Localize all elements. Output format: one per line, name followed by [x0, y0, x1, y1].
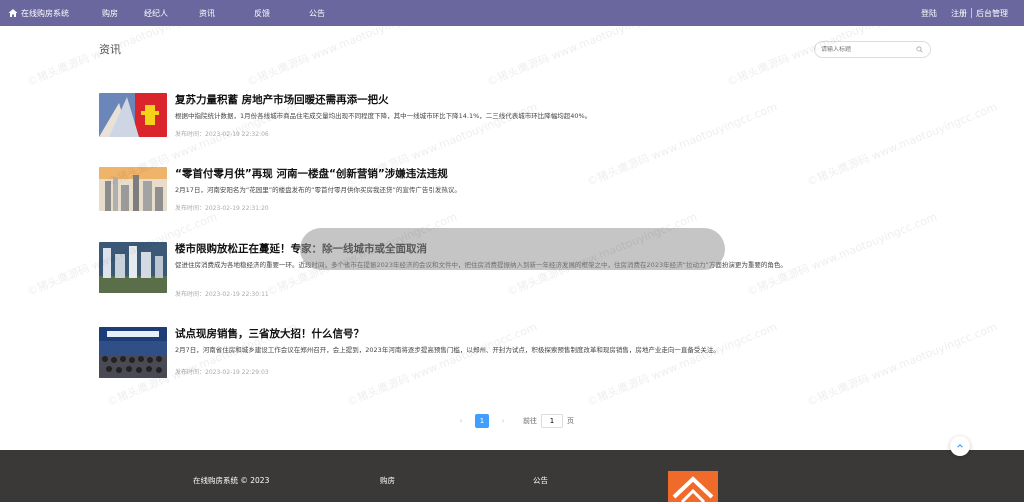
search-box [814, 41, 931, 58]
prev-page-icon[interactable]: ‹ [455, 417, 467, 425]
goto-label: 前往 [523, 417, 537, 425]
news-summary: 2月7日，河南省住房和城乡建设工作会议在郑州召开，会上提到，2023年河南将逐步… [175, 346, 720, 354]
footer-link-notice[interactable]: 公告 [533, 475, 548, 486]
news-title[interactable]: 试点现房销售，三省放大招！什么信号？ [175, 326, 364, 341]
goto-page: 前往 页 [523, 414, 574, 428]
nav-item-news[interactable]: 资讯 [199, 8, 254, 19]
news-item[interactable]: 复苏力量积蓄 房地产市场回暖还需再添一把火 根据中指院统计数据，1月份各线城市商… [99, 92, 939, 138]
next-page-icon[interactable]: › [497, 417, 509, 425]
divider [941, 8, 947, 18]
divider [971, 8, 972, 18]
news-summary: 根据中指院统计数据，1月份各线城市商品住宅成交量均出现不同程度下降，其中一线城市… [175, 112, 592, 120]
login-link[interactable]: 登陆 [921, 8, 937, 19]
news-time: 发布时间：2023-02-19 22:30:11 [175, 291, 269, 298]
nav-menu: 购房 经纪人 资讯 反馈 公告 [102, 8, 349, 19]
nav-item-feedback[interactable]: 反馈 [254, 8, 309, 19]
news-time: 发布时间：2023-02-19 22:29:03 [175, 369, 269, 376]
news-item[interactable]: 试点现房销售，三省放大招！什么信号？ 2月7日，河南省住房和城乡建设工作会议在郑… [99, 326, 939, 378]
nav-item-agents[interactable]: 经纪人 [144, 8, 199, 19]
page-title: 资讯 [99, 43, 121, 56]
footer-logo [668, 471, 718, 502]
news-thumbnail[interactable] [99, 167, 167, 211]
account-links: 登陆 注册 后台管理 [921, 8, 1008, 19]
top-nav: 在线购房系统 购房 经纪人 资讯 反馈 公告 登陆 注册 后台管理 [0, 0, 1024, 26]
news-time: 发布时间：2023-02-19 22:31:20 [175, 205, 269, 212]
news-time: 发布时间：2023-02-19 22:32:06 [175, 131, 269, 138]
news-thumbnail[interactable] [99, 93, 167, 137]
news-thumbnail[interactable] [99, 327, 167, 378]
news-title[interactable]: “零首付零月供”再现 河南一楼盘“创新营销”涉嫌违法违规 [175, 166, 448, 181]
chevron-up-icon [957, 444, 963, 448]
search-icon[interactable] [916, 46, 923, 53]
brand-name: 在线购房系统 [21, 8, 69, 18]
search-input[interactable] [821, 46, 916, 53]
news-title[interactable]: 复苏力量积蓄 房地产市场回暖还需再添一把火 [175, 92, 389, 107]
register-link[interactable]: 注册 [951, 8, 967, 19]
nav-item-notice[interactable]: 公告 [309, 8, 349, 19]
page-number[interactable]: 1 [475, 414, 489, 428]
home-icon [8, 9, 18, 17]
page-unit: 页 [567, 417, 574, 425]
news-summary: 2月17日，河南安阳名为“花园里”的楼盘发布的“零首付零月供你买房我还贷”的宣传… [175, 186, 461, 194]
goto-page-input[interactable] [541, 414, 563, 428]
news-thumbnail[interactable] [99, 242, 167, 293]
pagination: ‹ 1 › 前往 页 [455, 414, 574, 428]
back-to-top-button[interactable] [950, 436, 970, 456]
admin-link[interactable]: 后台管理 [976, 8, 1008, 19]
nav-item-buy[interactable]: 购房 [102, 8, 144, 19]
footer-copyright: 在线购房系统 © 2023 [193, 476, 270, 485]
footer-link-buy[interactable]: 购房 [380, 475, 395, 486]
news-item[interactable]: “零首付零月供”再现 河南一楼盘“创新营销”涉嫌违法违规 2月17日，河南安阳名… [99, 166, 939, 212]
footer: 在线购房系统 © 2023 购房 公告 [0, 450, 1024, 502]
brand[interactable]: 在线购房系统 [8, 8, 102, 19]
loading-toast [300, 228, 725, 270]
